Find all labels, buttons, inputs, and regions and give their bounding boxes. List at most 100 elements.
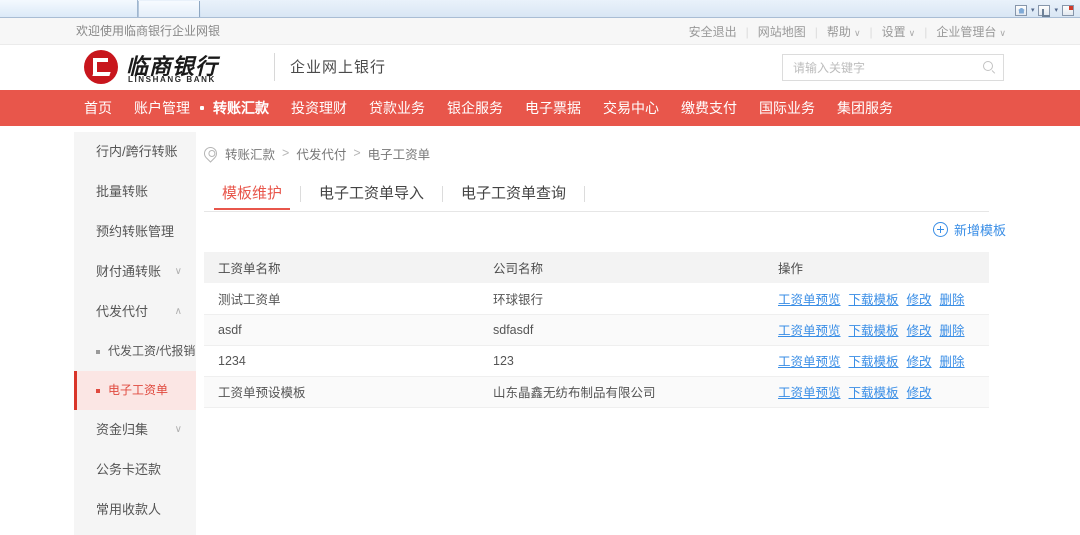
utility-link-3[interactable]: 设置∨: [882, 23, 916, 40]
action-link-0[interactable]: 工资单预览: [778, 355, 841, 369]
action-link-1[interactable]: 下载模板: [849, 324, 899, 338]
sidebar-subitem-label: 代发工资/代报销: [108, 344, 195, 358]
chevron-down-icon[interactable]: ▾: [1054, 6, 1058, 14]
utility-link-separator: |: [870, 25, 873, 39]
cell-actions: 工资单预览下载模板修改: [764, 376, 989, 407]
chevron-down-icon: ∨: [999, 28, 1006, 38]
utility-link-4[interactable]: 企业管理台∨: [936, 23, 1006, 40]
sidebar-item-label: 资金归集: [96, 422, 148, 437]
action-link-1[interactable]: 下载模板: [849, 386, 899, 400]
utility-link-0[interactable]: 安全退出: [689, 23, 737, 40]
tab-2[interactable]: 电子工资单查询: [443, 178, 584, 209]
sidebar-item-7[interactable]: 资金归集∨: [74, 410, 196, 450]
brand-name-en: LINSHANG BANK: [128, 75, 216, 84]
table-row: 测试工资单环球银行工资单预览下载模板修改删除: [204, 283, 989, 314]
sidebar-subitem-5[interactable]: 代发工资/代报销: [74, 332, 196, 371]
cell-company-name: 环球银行: [479, 283, 764, 314]
nav-item-10[interactable]: 集团服务: [837, 98, 893, 118]
utility-link-1[interactable]: 网站地图: [758, 23, 806, 40]
sidebar-item-2[interactable]: 预约转账管理: [74, 212, 196, 252]
utility-link-2[interactable]: 帮助∨: [827, 23, 861, 40]
sidebar-item-3[interactable]: 财付通转账∨: [74, 252, 196, 292]
home-icon[interactable]: [1015, 5, 1027, 16]
nav-item-0[interactable]: 首页: [84, 98, 112, 118]
utility-link-separator: |: [815, 25, 818, 39]
action-link-2[interactable]: 修改: [907, 324, 932, 338]
nav-item-4[interactable]: 贷款业务: [369, 98, 425, 118]
sidebar-item-9[interactable]: 常用收款人: [74, 490, 196, 530]
utility-link-separator: |: [924, 25, 927, 39]
sidebar-item-label: 批量转账: [96, 184, 148, 199]
sidebar: 行内/跨行转账批量转账预约转账管理财付通转账∨代发代付∧ 代发工资/代报销电子工资…: [74, 132, 196, 535]
table-row: 1234123工资单预览下载模板修改删除: [204, 345, 989, 376]
tab-0[interactable]: 模板维护: [204, 178, 300, 209]
cell-actions: 工资单预览下载模板修改删除: [764, 283, 989, 314]
browser-toolbar: ▾ ▾: [201, 1, 1080, 17]
nav-item-2[interactable]: 转账汇款: [213, 98, 269, 118]
nav-item-7[interactable]: 交易中心: [603, 98, 659, 118]
table-row: asdfsdfasdf 工资单预览下载模板修改删除: [204, 314, 989, 345]
location-pin-icon: [201, 144, 219, 162]
welcome-bar: 欢迎使用临商银行企业网银 安全退出|网站地图|帮助∨|设置∨|企业管理台∨: [0, 18, 1080, 45]
utility-links: 安全退出 | 网站地图 | 帮助∨ | 设置∨ | 企业管理台∨: [689, 18, 1006, 45]
content-area: 转账汇款>代发代付>电子工资单 模板维护电子工资单导入电子工资单查询 新增模板 …: [204, 126, 1006, 535]
cell-actions: 工资单预览下载模板修改删除: [764, 345, 989, 376]
nav-item-8[interactable]: 缴费支付: [681, 98, 737, 118]
action-link-2[interactable]: 修改: [907, 386, 932, 400]
sidebar-item-label: 预约转账管理: [96, 224, 174, 239]
cell-template-name: 测试工资单: [204, 283, 479, 314]
action-link-2[interactable]: 修改: [907, 293, 932, 307]
search-box[interactable]: [782, 54, 1004, 81]
sidebar-item-label: 常用收款人: [96, 502, 161, 517]
sidebar-item-0[interactable]: 行内/跨行转账: [74, 132, 196, 172]
tab-bar: 模板维护电子工资单导入电子工资单查询: [204, 178, 989, 212]
action-link-3[interactable]: 删除: [940, 324, 965, 338]
table-header-0: 工资单名称: [204, 252, 479, 283]
sidebar-item-4[interactable]: 代发代付∧: [74, 292, 196, 332]
breadcrumb: 转账汇款>代发代付>电子工资单: [204, 144, 430, 162]
bank-logo-icon: [84, 50, 118, 84]
sidebar-item-8[interactable]: 公务卡还款: [74, 450, 196, 490]
cell-template-name: 工资单预设模板: [204, 376, 479, 407]
nav-item-1[interactable]: 账户管理: [134, 98, 190, 118]
breadcrumb-item-0[interactable]: 转账汇款: [225, 144, 275, 163]
action-link-3[interactable]: 删除: [940, 293, 965, 307]
utility-link-separator: |: [746, 25, 749, 39]
chevron-down-icon: ∨: [175, 252, 182, 292]
action-link-3[interactable]: 删除: [940, 355, 965, 369]
action-link-0[interactable]: 工资单预览: [778, 324, 841, 338]
tab-1[interactable]: 电子工资单导入: [301, 178, 442, 209]
chevron-down-icon[interactable]: ▾: [1031, 6, 1035, 14]
templates-table: 工资单名称公司名称操作 测试工资单环球银行工资单预览下载模板修改删除asdfsd…: [204, 252, 989, 408]
table-header-1: 公司名称: [479, 252, 764, 283]
search-input[interactable]: [793, 55, 968, 80]
cell-company-name: 山东晶鑫无纺布制品有限公司: [479, 376, 764, 407]
cell-company-name: sdfasdf: [479, 314, 764, 345]
browser-tab[interactable]: [138, 1, 200, 17]
page-icon[interactable]: [1062, 5, 1074, 16]
action-link-1[interactable]: 下载模板: [849, 355, 899, 369]
add-template-label: 新增模板: [954, 220, 1006, 239]
action-link-0[interactable]: 工资单预览: [778, 386, 841, 400]
plus-circle-icon: [933, 222, 948, 237]
tab-divider: [584, 186, 585, 202]
nav-item-3[interactable]: 投资理财: [291, 98, 347, 118]
bullet-icon: [96, 389, 100, 393]
breadcrumb-item-1[interactable]: 代发代付: [296, 144, 346, 163]
sidebar-item-1[interactable]: 批量转账: [74, 172, 196, 212]
sidebar-subitem-6[interactable]: 电子工资单: [74, 371, 196, 410]
search-icon[interactable]: [983, 61, 995, 73]
nav-item-9[interactable]: 国际业务: [759, 98, 815, 118]
action-link-0[interactable]: 工资单预览: [778, 293, 841, 307]
breadcrumb-item-2: 电子工资单: [368, 144, 431, 163]
table-row: 工资单预设模板山东晶鑫无纺布制品有限公司工资单预览下载模板修改: [204, 376, 989, 407]
nav-item-6[interactable]: 电子票据: [525, 98, 581, 118]
action-link-2[interactable]: 修改: [907, 355, 932, 369]
add-template-button[interactable]: 新增模板: [933, 218, 1006, 240]
nav-item-5[interactable]: 银企服务: [447, 98, 503, 118]
page-body: 行内/跨行转账批量转账预约转账管理财付通转账∨代发代付∧代发工资/代报销电子工资…: [0, 126, 1080, 535]
cell-template-name: asdf: [204, 314, 479, 345]
rss-icon[interactable]: [1038, 5, 1050, 16]
browser-tabstrip[interactable]: [0, 0, 138, 17]
action-link-1[interactable]: 下载模板: [849, 293, 899, 307]
